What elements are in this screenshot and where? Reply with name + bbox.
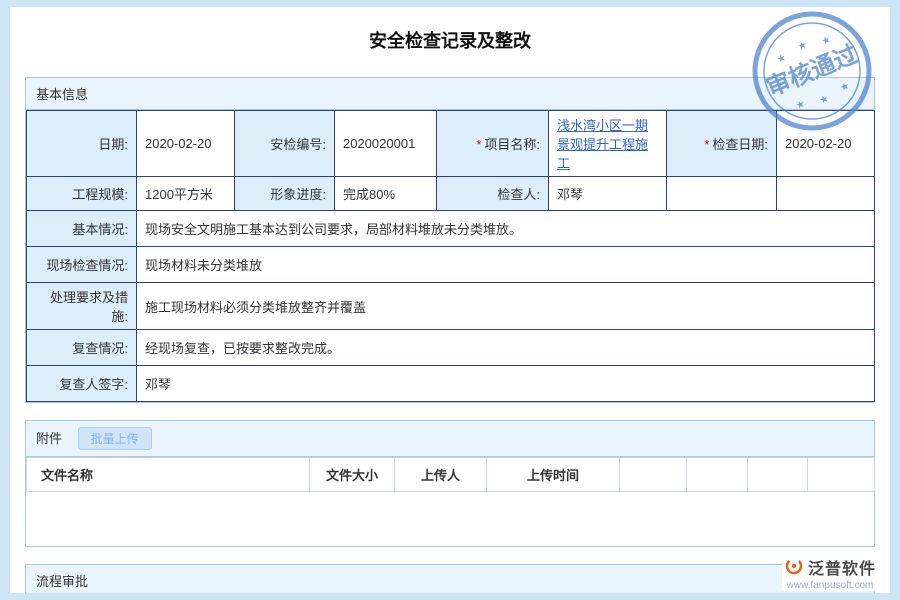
attachments-header: 附件 [36,431,62,446]
empty-cell [667,177,777,211]
check-date-label-text: 检查日期: [712,137,768,152]
scale-value: 1200平方米 [137,177,235,211]
required-mark: * [704,137,709,152]
site-check-label: 现场检查情况: [27,247,137,283]
inspector-value: 邓琴 [549,177,667,211]
basic-info-header: 基本信息 [26,78,874,110]
table-row: 复查人签字: 邓琴 [27,366,875,402]
table-row: 日期: 2020-02-20 安检编号: 2020020001 *项目名称: 浅… [27,111,875,177]
fanpu-logo-icon [784,556,804,579]
project-name-label: *项目名称: [437,111,549,177]
attachments-header-bar: 附件 批量上传 [26,421,874,457]
site-check-value: 现场材料未分类堆放 [137,247,875,283]
progress-value: 完成80% [335,177,437,211]
table-row: 工程规模: 1200平方米 形象进度: 完成80% 检查人: 邓琴 [27,177,875,211]
empty-column [687,458,748,492]
attachments-section: 附件 批量上传 文件名称 文件大小 上传人 上传时间 [25,420,875,547]
signature-value: 邓琴 [137,366,875,402]
check-date-value: 2020-02-20 [777,111,875,177]
basic-info-table: 日期: 2020-02-20 安检编号: 2020020001 *项目名称: 浅… [26,110,875,402]
col-upload-time: 上传时间 [487,458,620,492]
empty-column [620,458,687,492]
inspection-no-label: 安检编号: [235,111,335,177]
batch-upload-button[interactable]: 批量上传 [78,427,152,450]
signature-label: 复查人签字: [27,366,137,402]
approval-header: 流程审批 [26,565,874,593]
project-name-label-text: 项目名称: [484,137,540,152]
col-file-size: 文件大小 [310,458,395,492]
situation-label: 基本情况: [27,211,137,247]
recheck-value: 经现场复查，已按要求整改完成。 [137,330,875,366]
approval-section: 流程审批 流程节点 审批意见 提交人 提交时间 [25,564,875,593]
situation-value: 现场安全文明施工基本达到公司要求，局部材料堆放未分类堆放。 [137,211,875,247]
brand-footer: 泛普软件 www.fanpusoft.com [782,555,878,591]
recheck-label: 复查情况: [27,330,137,366]
page: 安全检查记录及整改 审核通过 ★ ★ ★ ★ ★ ★ 基本信息 [10,7,890,593]
table-row: 处理要求及措施: 施工现场材料必须分类堆放整齐并覆盖 [27,283,875,330]
measures-value: 施工现场材料必须分类堆放整齐并覆盖 [137,283,875,330]
table-row: 基本情况: 现场安全文明施工基本达到公司要求，局部材料堆放未分类堆放。 [27,211,875,247]
page-title: 安全检查记录及整改 [10,7,890,77]
content: 基本信息 日期: 2020-02-20 安检编号: 2020020001 *项目… [10,77,890,593]
check-date-label: *检查日期: [667,111,777,177]
attachments-empty-area [26,492,874,546]
measures-label: 处理要求及措施: [27,283,137,330]
brand-url: www.fanpusoft.com [784,580,876,591]
table-row: 复查情况: 经现场复查，已按要求整改完成。 [27,330,875,366]
empty-column [808,458,875,492]
attachments-table: 文件名称 文件大小 上传人 上传时间 [26,457,875,492]
brand-name: 泛普软件 [808,555,876,579]
date-value: 2020-02-20 [137,111,235,177]
date-label: 日期: [27,111,137,177]
table-row: 现场检查情况: 现场材料未分类堆放 [27,247,875,283]
project-name-value: 浅水湾小区一期景观提升工程施工 [549,111,667,177]
progress-label: 形象进度: [235,177,335,211]
inspector-label: 检查人: [437,177,549,211]
basic-info-section: 基本信息 日期: 2020-02-20 安检编号: 2020020001 *项目… [25,77,875,403]
project-name-link[interactable]: 浅水湾小区一期景观提升工程施工 [557,118,648,171]
empty-cell [777,177,875,211]
col-file-name: 文件名称 [27,458,310,492]
required-mark: * [476,137,481,152]
col-uploader: 上传人 [395,458,487,492]
empty-column [748,458,808,492]
scale-label: 工程规模: [27,177,137,211]
inspection-no-value: 2020020001 [335,111,437,177]
attachments-header-row: 文件名称 文件大小 上传人 上传时间 [27,458,875,492]
